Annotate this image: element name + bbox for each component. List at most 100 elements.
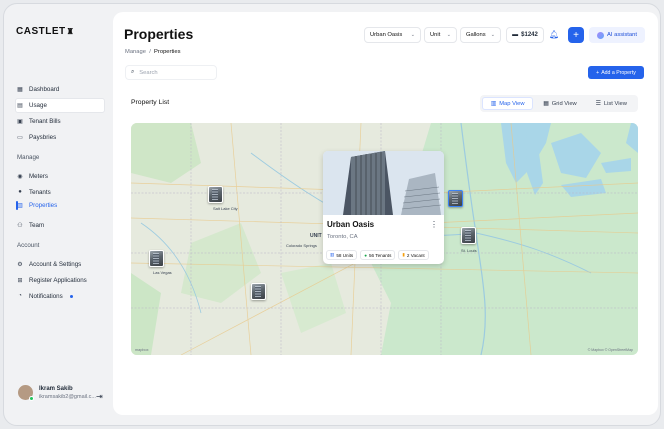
sidebar: CASTLET♜ ▦ Dashboard ▤ Usage ▣ Tenant Bi… — [4, 4, 112, 425]
chevron-down-icon: ⌄ — [490, 32, 495, 38]
sidebar-item-team[interactable]: ⚇ Team — [16, 218, 44, 232]
avatar — [18, 385, 34, 401]
map-provider-logo: mapbox — [135, 348, 149, 352]
sidebar-item-label: Account & Settings — [29, 260, 82, 268]
grid-icon: ▦ — [17, 86, 23, 93]
users-icon: ● — [18, 189, 22, 195]
grid-icon: ▦ — [543, 100, 549, 107]
bell-icon: ◔ — [18, 293, 22, 299]
property-name: Urban Oasis — [327, 220, 375, 229]
sidebar-item-paysbries[interactable]: ▭ Paysbries — [16, 130, 56, 144]
tab-grid-view[interactable]: ▦ Grid View — [535, 97, 584, 110]
map-label-las-vegas: Las Vegas — [153, 270, 172, 275]
property-pin[interactable] — [251, 283, 266, 300]
map-label-colorado-springs: Colorado Springs — [286, 243, 317, 248]
notification-dot — [69, 294, 73, 298]
quick-add-button[interactable]: + — [568, 27, 584, 43]
bill-icon: ▣ — [17, 118, 23, 125]
sidebar-item-meters[interactable]: ◉ Meters — [16, 169, 48, 183]
more-options-icon[interactable]: ⋮ — [430, 220, 438, 229]
crown-icon: ♜ — [66, 27, 75, 36]
logout-icon[interactable]: ⇥ — [96, 392, 103, 401]
users-icon: ● — [364, 252, 367, 258]
sidebar-item-label: Usage — [29, 101, 47, 109]
breadcrumb: Manage / Properties — [125, 49, 180, 55]
sidebar-item-dashboard[interactable]: ▦ Dashboard — [16, 82, 59, 96]
property-pin[interactable] — [461, 227, 476, 244]
sidebar-item-tenants[interactable]: ● Tenants — [16, 185, 51, 199]
units-chip: ▥ 58 Units — [326, 250, 358, 260]
property-location: Toronto, CA — [327, 234, 358, 240]
property-pin[interactable] — [149, 250, 164, 267]
door-icon: ▮ — [402, 252, 405, 257]
sidebar-item-label: Paysbries — [29, 133, 57, 141]
list-icon: ☰ — [595, 100, 601, 107]
section-label-manage: Manage — [17, 154, 40, 161]
ai-assistant-button[interactable]: AI assistant — [589, 27, 645, 43]
property-stats: ▥ 58 Units ● 56 Tenants ▮ 2 Vacant — [326, 250, 429, 260]
chevron-down-icon: ⌄ — [410, 32, 415, 38]
bell-icon[interactable]: 🔔︎ — [549, 30, 559, 39]
map-label-salt-lake: Salt Lake City — [213, 206, 238, 211]
add-property-button[interactable]: + Add a Property — [588, 66, 644, 79]
vacant-chip: ▮ 2 Vacant — [398, 250, 429, 260]
building-icon: ▥ — [330, 252, 335, 257]
balance-badge[interactable]: ▬ $1242 — [506, 27, 544, 43]
page-title: Properties — [124, 26, 194, 42]
breadcrumb-parent[interactable]: Manage — [125, 49, 146, 55]
sidebar-item-label: Notifications — [29, 292, 63, 300]
section-label-account: Account — [17, 242, 40, 249]
breadcrumb-separator: / — [149, 49, 151, 55]
unit-select[interactable]: Unit ⌄ — [424, 27, 457, 43]
search-icon: ⌕ — [131, 69, 135, 75]
map-label-st-louis: St. Louis — [461, 248, 477, 253]
wallet-icon: ▬ — [512, 32, 519, 38]
building-icon: ▥ — [17, 202, 23, 209]
user-name: Ikram Sakib — [39, 385, 73, 392]
map-attribution: © Mapbox © OpenStreetMap — [587, 348, 633, 352]
sparkle-icon — [597, 31, 605, 39]
team-icon: ⚇ — [17, 222, 23, 229]
measure-select[interactable]: Gallons ⌄ — [460, 27, 501, 43]
sidebar-item-register-applications[interactable]: ⊞ Register Applications — [16, 273, 86, 287]
wallet-icon: ▭ — [17, 134, 23, 141]
tenants-chip: ● 56 Tenants — [360, 250, 396, 260]
user-email: ikramsakib2@gmail.c... — [39, 393, 96, 400]
sidebar-item-notifications[interactable]: ◔ Notifications — [16, 289, 73, 303]
sidebar-item-label: Tenants — [29, 188, 51, 196]
sidebar-item-properties[interactable]: ▥ Properties — [16, 198, 57, 212]
user-profile[interactable]: Ikram Sakib ikramsakib2@gmail.c... — [18, 385, 96, 401]
map-label-unit: UNIT — [310, 233, 322, 239]
plus-icon: + — [573, 29, 579, 41]
property-select[interactable]: Urban Oasis ⌄ — [364, 27, 421, 43]
settings-icon: ⚙ — [17, 261, 23, 268]
search-input[interactable]: ⌕ Search — [125, 65, 217, 80]
breadcrumb-current: Properties — [154, 49, 181, 55]
view-switcher: ▥ Map View ▦ Grid View ☰ List View — [480, 95, 638, 112]
sidebar-item-account-settings[interactable]: ⚙ Account & Settings — [16, 257, 81, 271]
app-icon: ⊞ — [17, 277, 23, 284]
sidebar-item-label: Team — [29, 221, 45, 229]
tab-map-view[interactable]: ▥ Map View — [482, 97, 534, 110]
chevron-down-icon: ⌄ — [446, 32, 451, 38]
property-map[interactable]: Salt Lake City UNIT Colorado Springs Las… — [131, 123, 638, 355]
sidebar-item-label: Dashboard — [29, 85, 60, 93]
online-status-dot — [29, 396, 34, 401]
property-list-title: Property List — [131, 99, 170, 106]
property-popup-card[interactable]: Urban Oasis Toronto, CA ⋮ ▥ 58 Units ● 56 … — [323, 151, 444, 264]
app-window: CASTLET♜ ▦ Dashboard ▤ Usage ▣ Tenant Bi… — [3, 3, 661, 426]
plus-icon: + — [596, 69, 600, 76]
property-pin[interactable] — [208, 186, 223, 203]
sidebar-item-label: Meters — [29, 172, 48, 180]
property-photo — [323, 151, 444, 215]
sidebar-item-tenant-bills[interactable]: ▣ Tenant Bills — [16, 114, 61, 128]
property-pin-selected[interactable] — [448, 190, 463, 207]
tab-list-view[interactable]: ☰ List View — [587, 97, 636, 110]
sidebar-item-usage[interactable]: ▤ Usage — [16, 98, 47, 112]
brand-logo[interactable]: CASTLET♜ — [16, 26, 74, 37]
sidebar-item-label: Properties — [29, 201, 58, 209]
map-icon: ▥ — [490, 100, 497, 107]
sidebar-item-label: Tenant Bills — [29, 117, 61, 125]
chart-icon: ▤ — [17, 102, 23, 109]
main-panel: Properties Manage / Properties Urban Oas… — [113, 12, 658, 415]
